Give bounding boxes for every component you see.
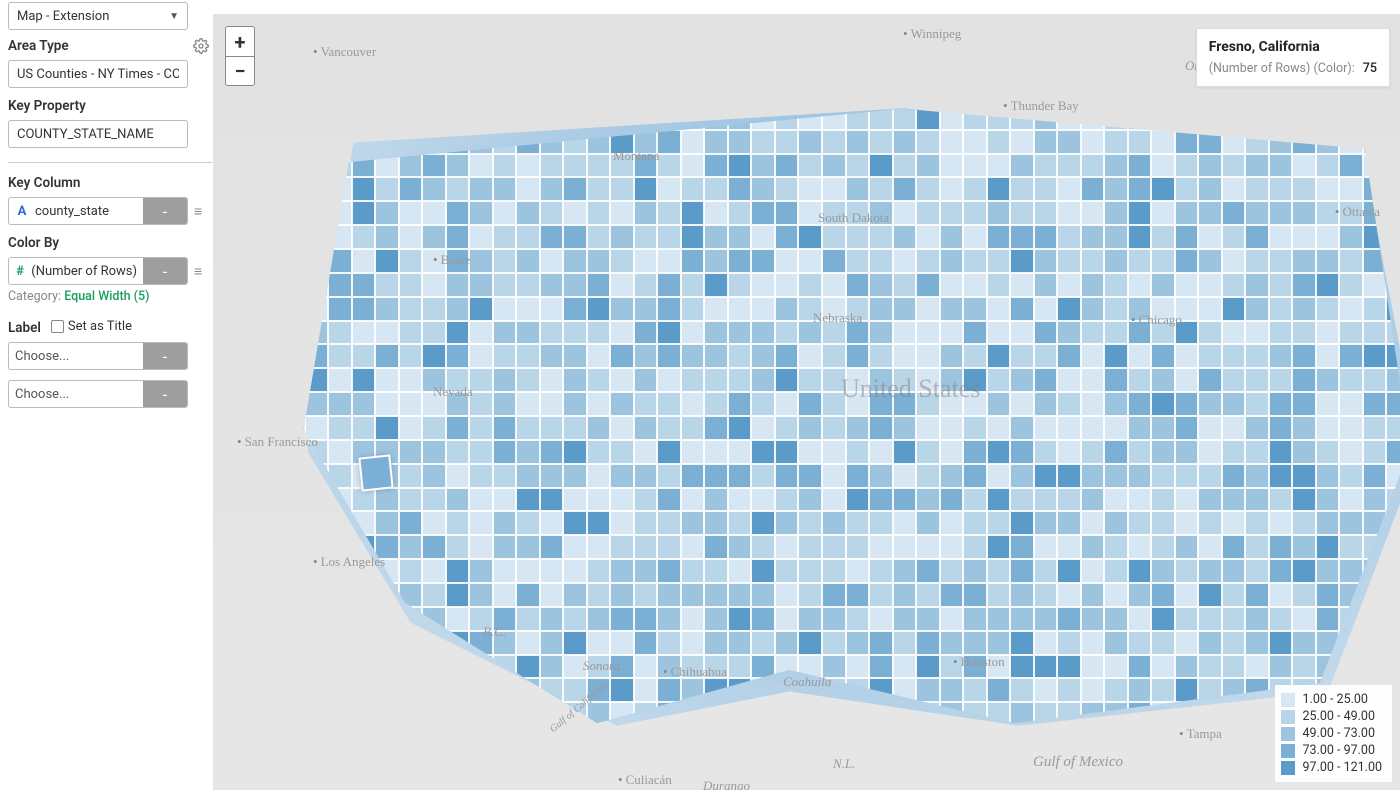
legend-swatch-icon bbox=[1281, 761, 1295, 775]
key-property-value: COUNTY_STATE_NAME bbox=[17, 127, 154, 142]
caret-down-icon: ▼ bbox=[169, 11, 179, 22]
set-as-title-checkbox[interactable]: Set as Title bbox=[51, 319, 132, 334]
area-type-select[interactable]: US Counties - NY Times - COVI bbox=[8, 60, 188, 88]
color-by-pill[interactable]: # (Number of Rows) - bbox=[8, 257, 188, 285]
choose-text: Choose... bbox=[15, 349, 69, 364]
key-property-label: Key Property bbox=[8, 98, 209, 114]
config-sidebar: Map - Extension ▼ Area Type US Counties … bbox=[0, 0, 213, 790]
checkbox-icon bbox=[51, 320, 64, 333]
tooltip-title: Fresno, California bbox=[1209, 39, 1377, 55]
legend-swatch-icon bbox=[1281, 710, 1295, 724]
set-as-title-text: Set as Title bbox=[68, 319, 132, 334]
key-column-value: county_state bbox=[35, 204, 109, 219]
category-line: Category: Equal Width (5) bbox=[8, 289, 209, 304]
color-by-label: Color By bbox=[8, 235, 209, 251]
selected-county-outline[interactable] bbox=[358, 454, 393, 491]
area-type-value: US Counties - NY Times - COVI bbox=[17, 67, 179, 82]
text-type-icon: A bbox=[15, 204, 29, 219]
legend-row: 73.00 - 97.00 bbox=[1281, 742, 1382, 759]
pill-remove-button[interactable]: - bbox=[143, 198, 187, 224]
chart-type-select[interactable]: Map - Extension ▼ bbox=[8, 2, 188, 30]
label-choose-2[interactable]: Choose... - bbox=[8, 380, 188, 408]
label-choose-1[interactable]: Choose... - bbox=[8, 342, 188, 370]
tooltip-metric-label: (Number of Rows) (Color): bbox=[1209, 61, 1355, 76]
key-column-label: Key Column bbox=[8, 175, 209, 191]
zoom-in-button[interactable]: + bbox=[225, 26, 255, 56]
pill-remove-button[interactable]: - bbox=[143, 343, 187, 369]
pill-remove-button[interactable]: - bbox=[143, 381, 187, 407]
drag-handle-icon[interactable]: ≡ bbox=[194, 203, 201, 220]
hover-tooltip: Fresno, California (Number of Rows) (Col… bbox=[1196, 28, 1390, 87]
legend-row: 1.00 - 25.00 bbox=[1281, 691, 1382, 708]
choose-text: Choose... bbox=[15, 387, 69, 402]
legend-row: 97.00 - 121.00 bbox=[1281, 759, 1382, 776]
legend-swatch-icon bbox=[1281, 693, 1295, 707]
legend-swatch-icon bbox=[1281, 744, 1295, 758]
area-type-label: Area Type bbox=[8, 38, 69, 54]
color-by-value: (Number of Rows) bbox=[31, 264, 137, 279]
color-legend: 1.00 - 25.00 25.00 - 49.00 49.00 - 73.00… bbox=[1275, 685, 1392, 782]
chart-type-value: Map - Extension bbox=[17, 9, 109, 24]
number-type-icon: # bbox=[15, 264, 25, 279]
zoom-out-button[interactable]: − bbox=[225, 56, 255, 86]
pill-remove-button[interactable]: - bbox=[143, 258, 187, 284]
legend-row: 49.00 - 73.00 bbox=[1281, 725, 1382, 742]
divider bbox=[8, 162, 212, 163]
legend-row: 25.00 - 49.00 bbox=[1281, 708, 1382, 725]
map-canvas[interactable]: Vancouver Winnipeg Ontario Thunder Bay O… bbox=[213, 14, 1400, 790]
legend-swatch-icon bbox=[1281, 727, 1295, 741]
category-value[interactable]: Equal Width (5) bbox=[64, 289, 149, 304]
label-label: Label bbox=[8, 320, 41, 336]
key-property-select[interactable]: COUNTY_STATE_NAME bbox=[8, 120, 188, 148]
drag-handle-icon[interactable]: ≡ bbox=[194, 263, 201, 280]
tooltip-metric-value: 75 bbox=[1363, 61, 1377, 76]
zoom-controls: + − bbox=[225, 26, 255, 86]
key-column-pill[interactable]: A county_state - bbox=[8, 197, 188, 225]
gear-icon[interactable] bbox=[193, 38, 209, 54]
